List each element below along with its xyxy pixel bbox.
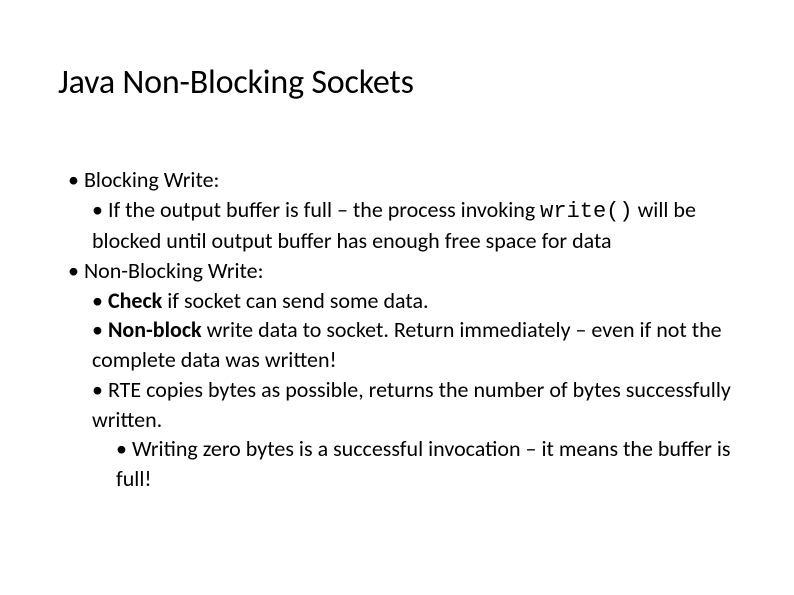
bullet-nonblock: Non-block write data to socket. Return i…	[58, 315, 736, 374]
bold-nonblock: Non-block	[108, 316, 202, 343]
text-part: if socket can send some data.	[162, 287, 428, 314]
bullet-nonblocking-write: Non-Blocking Write:	[58, 256, 736, 286]
bullet-blocking-write: Blocking Write:	[58, 165, 736, 195]
bullet-zero-bytes: Writing zero bytes is a successful invoc…	[58, 434, 736, 493]
slide-title: Java Non-Blocking Sockets	[58, 62, 736, 103]
bullet-rte: RTE copies bytes as possible, returns th…	[58, 375, 736, 434]
bullet-text: Non-Blocking Write:	[84, 257, 264, 284]
bullet-text: RTE copies bytes as possible, returns th…	[92, 376, 731, 433]
slide-body: Blocking Write: If the output buffer is …	[58, 165, 736, 494]
bullet-text: Blocking Write:	[84, 166, 219, 193]
text-part: If the output buffer is full – the proce…	[108, 196, 540, 223]
bullet-text: Writing zero bytes is a successful invoc…	[116, 435, 731, 492]
bold-check: Check	[108, 287, 162, 314]
bullet-blocking-write-detail: If the output buffer is full – the proce…	[58, 195, 736, 256]
bullet-check: Check if socket can send some data.	[58, 286, 736, 316]
code-write: write()	[540, 199, 632, 224]
